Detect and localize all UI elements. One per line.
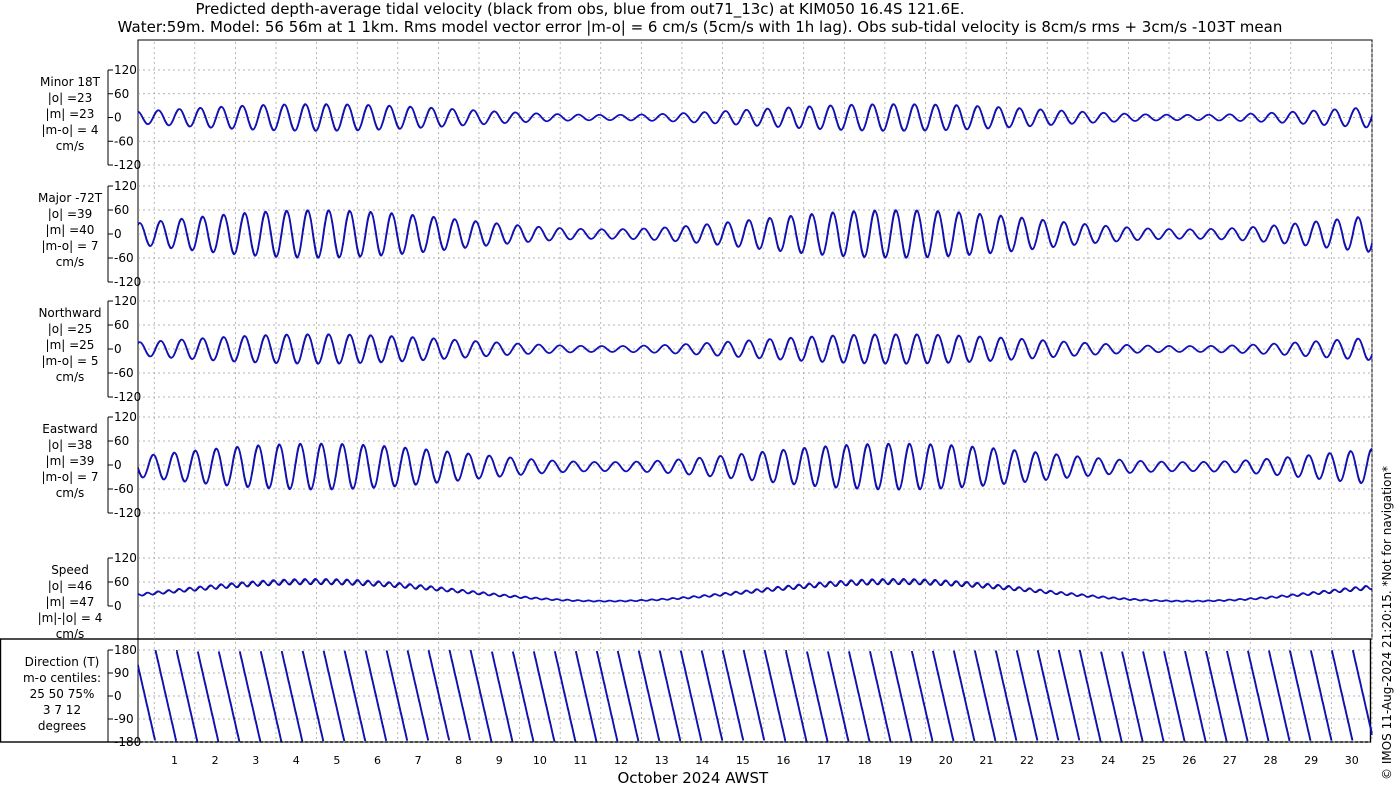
y-tick-label-minor: -120 [114,158,141,172]
copyright-notice: © IMOS 11-Aug-2024 21:20:15. *Not for na… [1380,465,1394,780]
y-tick-label-major: 60 [114,203,129,217]
panel-label-speed: cm/s [56,627,85,641]
x-tick-label: 23 [1061,754,1075,767]
y-tick-label-minor: 0 [114,111,122,125]
y-tick-label-minor: -60 [114,134,134,148]
y-tick-label-speed: 60 [114,575,129,589]
x-tick-label: 11 [573,754,587,767]
x-tick-label: 12 [614,754,628,767]
panel-label-minor: |m| =23 [46,107,95,121]
panel-label-minor: Minor 18T [40,75,101,89]
panel-label-major: |m| =40 [46,223,95,237]
panel-label-east: |m| =39 [46,454,95,468]
y-tick-label-minor: 60 [114,87,129,101]
panel-label-direction: degrees [38,719,86,733]
x-tick-label: 29 [1304,754,1318,767]
x-tick-label: 20 [939,754,953,767]
panel-label-east: Eastward [42,422,97,436]
x-tick-label: 27 [1223,754,1237,767]
series-model-east [137,442,1373,491]
panel-label-east: |o| =38 [48,438,93,452]
y-tick-label-east: 60 [114,434,129,448]
y-tick-label-direction: -90 [114,712,134,726]
panel-label-direction: Direction (T) [25,655,100,669]
panel-label-east: cm/s [56,486,85,500]
x-tick-label: 13 [655,754,669,767]
panel-label-major: |m-o| = 7 [42,239,99,253]
y-tick-label-speed: 0 [114,599,122,613]
x-tick-label: 6 [374,754,381,767]
x-tick-label: 30 [1345,754,1359,767]
panel-label-speed: |o| =46 [48,579,93,593]
x-tick-label: 21 [979,754,993,767]
y-tick-label-north: -60 [114,366,134,380]
panel-label-minor: cm/s [56,139,85,153]
x-tick-label: 24 [1101,754,1115,767]
y-tick-label-direction: -180 [114,735,141,749]
x-tick-label: 8 [455,754,462,767]
y-tick-label-east: 120 [114,410,137,424]
x-axis-label: October 2024 AWST [617,769,769,787]
y-tick-label-direction: 180 [114,643,137,657]
y-tick-label-east: -60 [114,482,134,496]
y-tick-label-east: 0 [114,458,122,472]
y-tick-label-speed: 120 [114,551,137,565]
y-tick-label-major: 120 [114,179,137,193]
panel-label-speed: |m| =47 [46,595,95,609]
x-tick-label: 2 [212,754,219,767]
x-tick-label: 3 [252,754,259,767]
x-tick-label: 26 [1182,754,1196,767]
x-tick-label: 25 [1142,754,1156,767]
x-tick-label: 15 [736,754,750,767]
x-tick-label: 16 [776,754,790,767]
y-tick-label-north: 60 [114,318,129,332]
panel-label-major: |o| =39 [48,207,93,221]
y-tick-label-minor: 120 [114,63,137,77]
x-tick-label: 17 [817,754,831,767]
x-tick-label: 10 [533,754,547,767]
x-tick-label: 4 [293,754,300,767]
panel-label-north: |m| =25 [46,338,95,352]
y-tick-label-direction: 90 [114,666,129,680]
y-tick-label-direction: 0 [114,689,122,703]
x-tick-label: 22 [1020,754,1034,767]
x-tick-label: 9 [496,754,503,767]
panel-label-north: Northward [38,306,101,320]
upper-panels-frame [137,39,1373,640]
panel-label-direction: m-o centiles: [23,671,101,685]
panel-label-direction: 3 7 12 [43,703,81,717]
y-tick-label-north: 120 [114,294,137,308]
x-tick-label: 28 [1264,754,1278,767]
panel-label-minor: |m-o| = 4 [42,123,99,137]
x-tick-label: 19 [898,754,912,767]
x-tick-label: 5 [333,754,340,767]
panel-label-minor: |o| =23 [48,91,93,105]
y-tick-label-major: 0 [114,227,122,241]
x-tick-label: 18 [858,754,872,767]
panel-label-north: |m-o| = 5 [42,354,99,368]
x-tick-label: 14 [695,754,709,767]
panel-label-east: |m-o| = 7 [42,470,99,484]
panel-label-major: cm/s [56,255,85,269]
panel-label-speed: |m|-|o| = 4 [38,611,103,625]
panel-label-north: cm/s [56,370,85,384]
y-tick-label-east: -120 [114,506,141,520]
y-tick-label-north: 0 [114,342,122,356]
y-tick-label-major: -60 [114,251,134,265]
y-tick-label-major: -120 [114,275,141,289]
y-tick-label-north: -120 [114,390,141,404]
panel-label-speed: Speed [51,563,89,577]
x-tick-label: 1 [171,754,178,767]
panel-label-north: |o| =25 [48,322,93,336]
tidal-velocity-chart: 1 2 3 4 5 6 7 8 9 10 11 12 13 14 15 16 17 18 19 20 21 22 23 24 2… [0,39,1373,787]
panel-label-direction: 25 50 75% [30,687,95,701]
panel-label-major: Major -72T [38,191,103,205]
x-tick-label: 7 [415,754,422,767]
